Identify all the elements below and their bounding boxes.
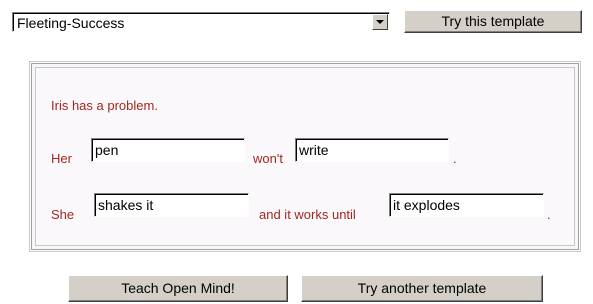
line3-field-1[interactable]: shakes it <box>94 193 249 217</box>
try-another-template-button[interactable]: Try another template <box>301 275 543 302</box>
template-select[interactable]: Fleeting-Success <box>12 12 390 32</box>
line2-middle: won't <box>253 151 283 166</box>
line2-field-2[interactable]: write <box>295 138 449 162</box>
line2-suffix: . <box>453 151 457 166</box>
story-intro-text: Iris has a problem. <box>51 98 158 113</box>
chevron-down-icon[interactable] <box>372 14 388 30</box>
try-this-template-button[interactable]: Try this template <box>404 10 582 33</box>
template-select-value: Fleeting-Success <box>17 15 125 31</box>
line3-suffix: . <box>547 207 551 222</box>
story-panel: Iris has a problem. Her pen won't write … <box>31 63 579 250</box>
line2-prefix: Her <box>51 151 72 166</box>
line3-field-2[interactable]: it explodes <box>389 193 544 217</box>
line3-middle: and it works until <box>259 207 356 222</box>
teach-open-mind-button[interactable]: Teach Open Mind! <box>68 275 288 302</box>
line3-prefix: She <box>51 207 75 222</box>
line2-field-1[interactable]: pen <box>91 138 245 162</box>
